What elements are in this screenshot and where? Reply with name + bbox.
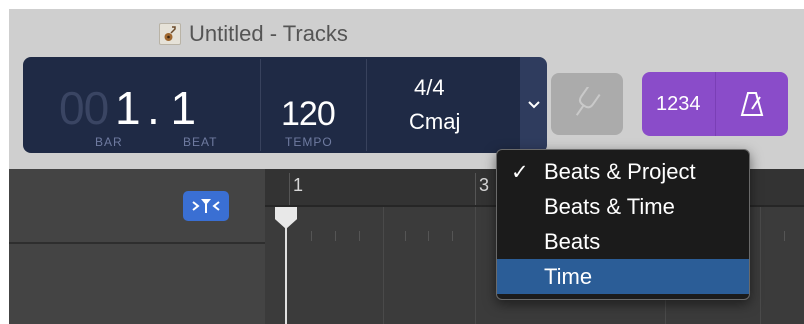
ruler-separator — [9, 242, 265, 244]
lcd-display[interactable]: 00 1 . 1 BAR BEAT 120 TEMPO 4/4 Cmaj — [23, 57, 547, 153]
ruler-tick — [289, 173, 290, 205]
logic-window: Untitled - Tracks 00 1 . 1 BAR BEAT 120 … — [9, 9, 804, 324]
bar-value[interactable]: 1 — [115, 85, 141, 131]
chevron-down-icon — [527, 101, 540, 109]
beat-caption: BEAT — [183, 135, 218, 149]
ruler-tick — [475, 173, 476, 205]
menu-item-time[interactable]: Time — [497, 259, 749, 294]
menu-item-label: Beats & Project — [544, 158, 696, 184]
beat-tick — [311, 231, 312, 241]
lcd-display-mode-menu: ✓ Beats & Project Beats & Time Beats Tim… — [496, 149, 750, 300]
bar-caption: BAR — [95, 135, 123, 149]
window-title: Untitled - Tracks — [159, 19, 348, 49]
lcd-display-mode-button[interactable] — [520, 57, 547, 153]
beat-tick — [428, 231, 429, 241]
count-in-button[interactable]: 1234 — [642, 72, 715, 136]
bar-gridline — [475, 207, 476, 324]
lcd-divider — [366, 59, 367, 151]
bar-leading-zeros: 00 — [59, 82, 109, 134]
playhead-handle[interactable] — [275, 207, 297, 229]
lcd-divider — [260, 59, 261, 151]
beat-tick — [784, 231, 785, 241]
tuning-fork-icon — [575, 87, 601, 116]
bar-number: 3 — [479, 175, 490, 195]
metronome-button[interactable] — [716, 72, 789, 136]
menu-item-label: Beats — [544, 228, 601, 254]
menu-item-label: Beats & Time — [544, 193, 675, 219]
beat-value[interactable]: . 1 — [147, 85, 196, 131]
count-in-label: 1234 — [656, 92, 701, 115]
menu-item-beats-time[interactable]: Beats & Time — [497, 189, 749, 224]
beat-tick — [405, 231, 406, 241]
beat-tick — [452, 231, 453, 241]
tempo-value[interactable]: 120 — [281, 97, 336, 131]
window-title-text: Untitled - Tracks — [189, 21, 348, 46]
bar-gridline — [383, 207, 384, 324]
time-signature[interactable]: 4/4 — [414, 77, 445, 99]
track-header-area — [9, 169, 265, 324]
tempo-caption: TEMPO — [285, 135, 333, 149]
bar-gridline — [760, 207, 761, 324]
menu-item-label: Time — [544, 263, 593, 289]
menu-item-beats[interactable]: Beats — [497, 224, 749, 259]
tuner-button[interactable] — [551, 73, 623, 135]
bar-number: 1 — [293, 175, 304, 195]
beat-tick — [359, 231, 360, 241]
menu-item-beats-project[interactable]: ✓ Beats & Project — [497, 154, 749, 189]
catch-playhead-button[interactable] — [183, 191, 229, 221]
count-in-metronome-group: 1234 — [642, 72, 788, 136]
title-bar: Untitled - Tracks 00 1 . 1 BAR BEAT 120 … — [9, 9, 804, 169]
checkmark-icon: ✓ — [511, 161, 529, 184]
key-signature[interactable]: Cmaj — [409, 111, 460, 133]
guitar-document-icon — [159, 23, 181, 45]
catch-icon — [192, 199, 220, 213]
metronome-icon — [740, 92, 764, 116]
beat-tick — [335, 231, 336, 241]
